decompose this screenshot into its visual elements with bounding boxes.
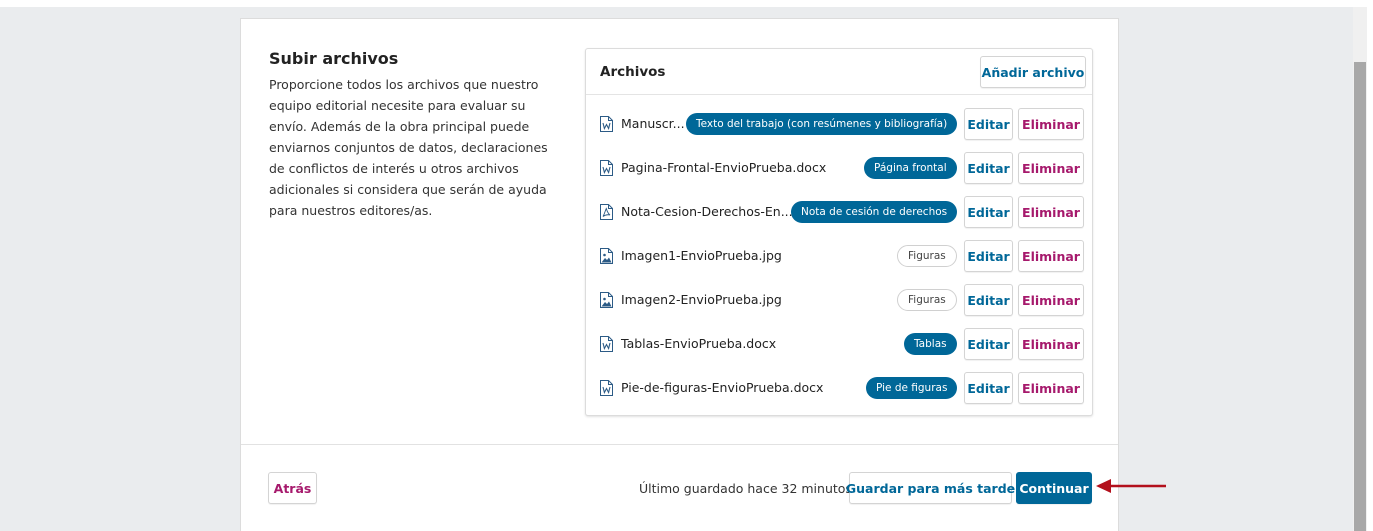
word-file-icon — [600, 380, 613, 396]
scrollbar-thumb[interactable] — [1354, 62, 1366, 531]
file-genre-badge: Figuras — [897, 245, 957, 267]
file-name[interactable]: Tablas-EnvioPrueba.docx — [621, 336, 776, 351]
image-file-icon — [600, 292, 613, 308]
word-file-icon — [600, 336, 613, 352]
file-genre-badge: Página frontal — [864, 157, 957, 179]
add-file-button[interactable]: Añadir archivo — [980, 56, 1086, 88]
file-row: Pie-de-figuras-EnvioPrueba.docx Pie de fi… — [586, 366, 1092, 410]
file-row: Imagen2-EnvioPrueba.jpg Figuras Editar Elim… — [586, 278, 1092, 322]
delete-file-button[interactable]: Eliminar — [1018, 328, 1084, 360]
edit-file-button[interactable]: Editar — [964, 328, 1013, 360]
section-description: Proporcione todos los archivos que nuest… — [269, 77, 548, 218]
continue-button[interactable]: Continuar — [1016, 472, 1092, 504]
file-name[interactable]: Pie-de-figuras-EnvioPrueba.docx — [621, 380, 823, 395]
edit-file-button[interactable]: Editar — [964, 196, 1013, 228]
edit-file-button[interactable]: Editar — [964, 108, 1013, 140]
file-name[interactable]: Manuscr... — [621, 116, 685, 131]
delete-file-button[interactable]: Eliminar — [1018, 108, 1084, 140]
top-strip — [0, 0, 1373, 7]
edit-file-button[interactable]: Editar — [964, 152, 1013, 184]
files-list-panel: Archivos Añadir archivo Manuscr... Texto … — [585, 48, 1093, 416]
edit-file-button[interactable]: Editar — [964, 240, 1013, 272]
save-for-later-button[interactable]: Guardar para más tarde — [846, 472, 1015, 504]
file-genre-badge: Tablas — [904, 333, 957, 355]
section-title: Subir archivos — [269, 49, 399, 68]
delete-file-button[interactable]: Eliminar — [1018, 196, 1084, 228]
annotation-arrow-icon — [1096, 479, 1166, 493]
file-genre-badge: Pie de figuras — [866, 377, 958, 399]
word-file-icon — [600, 116, 613, 132]
upload-files-panel: Subir archivos Proporcione todos los arc… — [240, 18, 1119, 531]
image-file-icon — [600, 248, 613, 264]
edit-file-button[interactable]: Editar — [964, 284, 1013, 316]
file-row: Manuscr... Texto del trabajo (con resúmen… — [586, 102, 1092, 146]
files-list-header: Archivos Añadir archivo — [586, 49, 1092, 95]
pdf-file-icon — [600, 204, 613, 220]
file-row: Imagen1-EnvioPrueba.jpg Figuras Editar Elim… — [586, 234, 1092, 278]
delete-file-button[interactable]: Eliminar — [1018, 152, 1084, 184]
file-name[interactable]: Pagina-Frontal-EnvioPrueba.docx — [621, 160, 826, 175]
footer-divider — [241, 444, 1118, 445]
file-name[interactable]: Imagen2-EnvioPrueba.jpg — [621, 292, 782, 307]
edit-file-button[interactable]: Editar — [964, 372, 1013, 404]
file-row: Pagina-Frontal-EnvioPrueba.docx Página fr… — [586, 146, 1092, 190]
delete-file-button[interactable]: Eliminar — [1018, 372, 1084, 404]
back-button[interactable]: Atrás — [268, 472, 317, 504]
delete-file-button[interactable]: Eliminar — [1018, 284, 1084, 316]
word-file-icon — [600, 160, 613, 176]
window-edge — [1367, 0, 1373, 531]
file-genre-badge: Texto del trabajo (con resúmenes y bibli… — [686, 113, 958, 135]
file-name[interactable]: Nota-Cesion-Derechos-En... — [621, 204, 793, 219]
delete-file-button[interactable]: Eliminar — [1018, 240, 1084, 272]
file-name[interactable]: Imagen1-EnvioPrueba.jpg — [621, 248, 782, 263]
file-row: Tablas-EnvioPrueba.docx Tablas Editar Elimi… — [586, 322, 1092, 366]
file-genre-badge: Figuras — [897, 289, 957, 311]
last-saved-status: Último guardado hace 32 minutos — [639, 481, 852, 496]
files-list-title: Archivos — [600, 64, 666, 80]
file-genre-badge: Nota de cesión de derechos — [791, 201, 958, 223]
file-row: Nota-Cesion-Derechos-En... Nota de cesión… — [586, 190, 1092, 234]
